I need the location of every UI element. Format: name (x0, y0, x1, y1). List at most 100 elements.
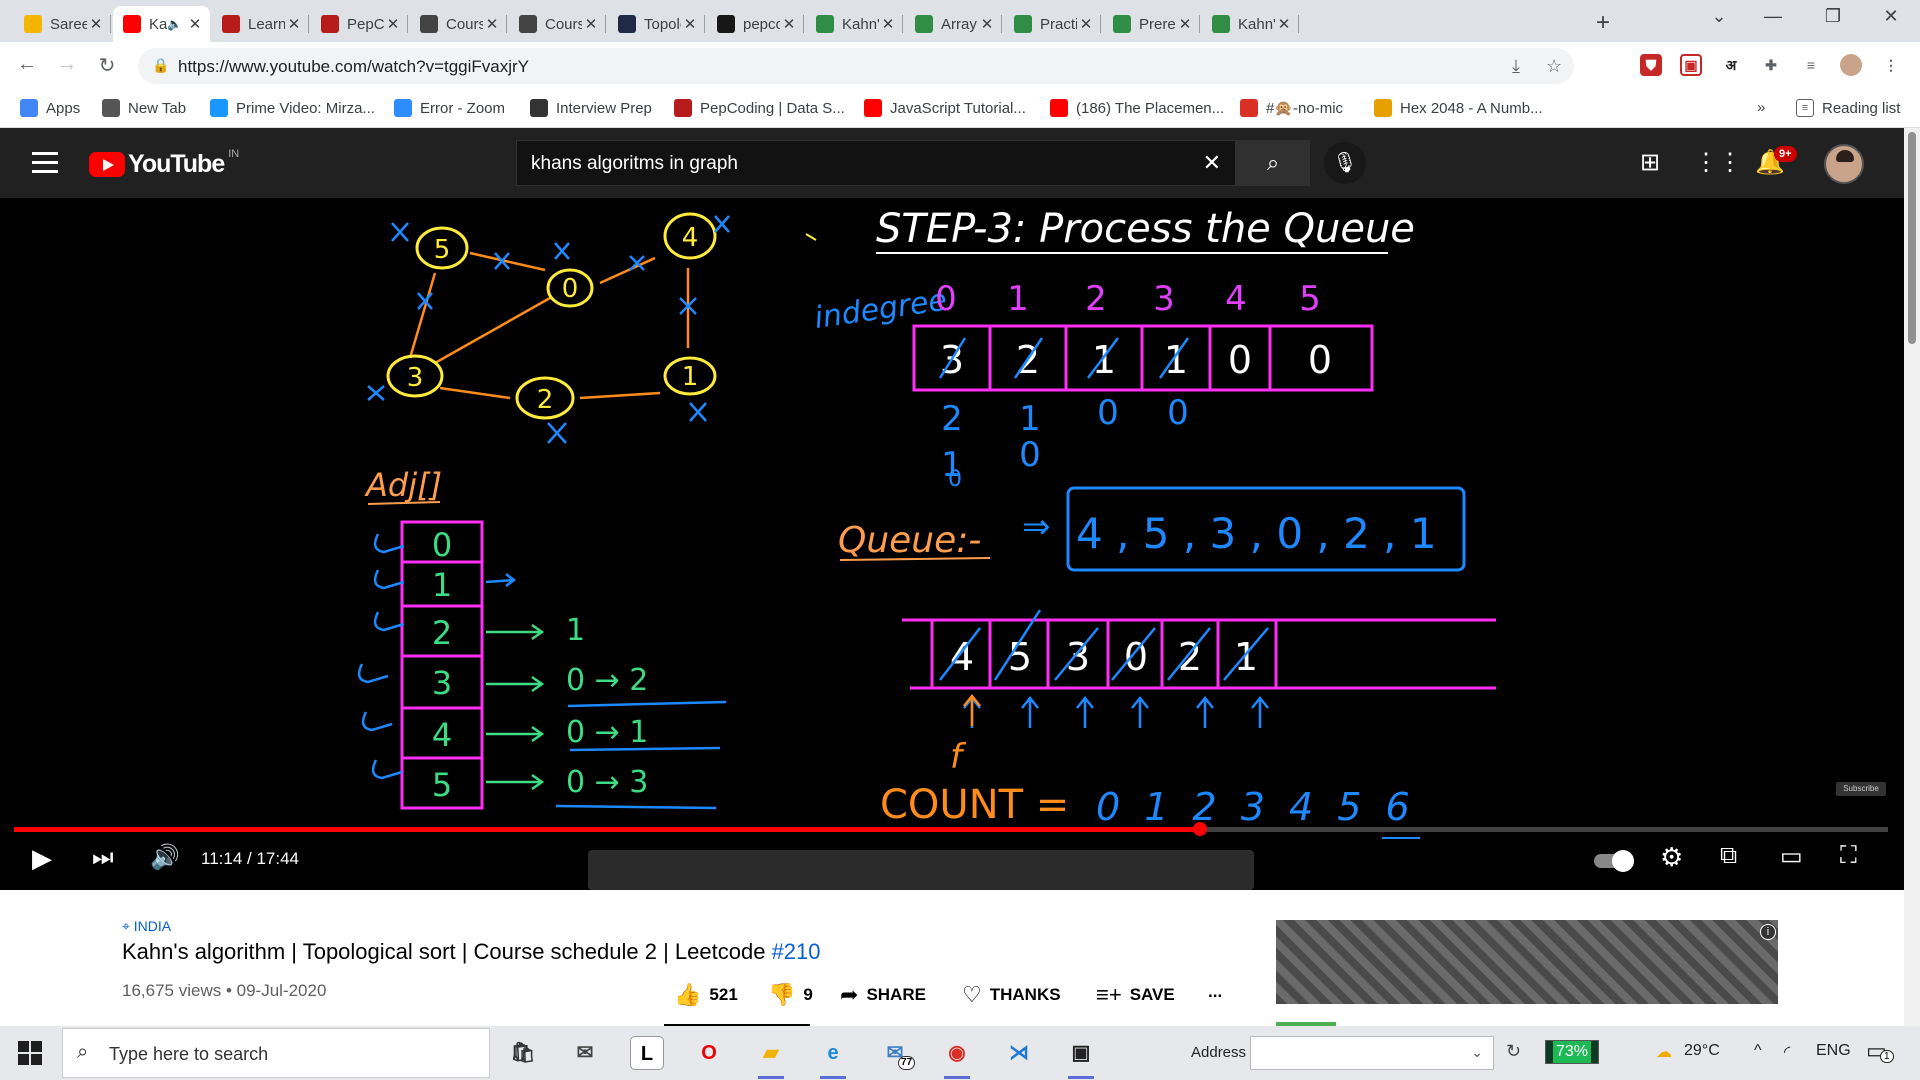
guide-menu-icon[interactable] (32, 152, 58, 179)
action-center-icon[interactable]: ▭ 1 (1866, 1038, 1894, 1064)
profile-avatar-icon[interactable] (1840, 54, 1862, 76)
ad-info-icon[interactable]: i (1760, 924, 1776, 940)
create-video-icon[interactable]: ⊞ (1634, 148, 1666, 177)
tab-close-icon[interactable]: ✕ (285, 15, 303, 33)
settings-gear-icon[interactable]: ⚙ (1660, 842, 1683, 873)
tab-close-icon[interactable]: ✕ (978, 15, 996, 33)
tab-close-icon[interactable]: ✕ (1275, 15, 1293, 33)
store-icon[interactable]: 🛍 (506, 1036, 540, 1070)
browser-tab[interactable]: pepco ✕ (707, 6, 804, 42)
browser-tab[interactable]: Saree ✕ (14, 6, 111, 42)
browser-tab[interactable]: PepCo✕ (311, 6, 408, 42)
tab-close-icon[interactable]: ✕ (780, 15, 798, 33)
battery-indicator[interactable]: 73% (1545, 1040, 1599, 1064)
bookmark-item[interactable]: PepCoding | Data S... (674, 99, 845, 117)
bookmark-item[interactable]: Apps (20, 99, 80, 117)
thanks-button[interactable]: ♡ THANKS (962, 982, 1061, 1008)
share-button[interactable]: ➦ SHARE (840, 982, 926, 1008)
dislike-button[interactable]: 👎 9 (768, 982, 813, 1008)
next-video-button[interactable]: ⏭ (92, 844, 114, 872)
hindi-extension-icon[interactable]: अ (1720, 54, 1742, 76)
address-refresh-icon[interactable]: ↻ (1506, 1041, 1521, 1062)
tab-close-icon[interactable]: ✕ (1176, 15, 1194, 33)
autoplay-toggle[interactable] (1594, 850, 1634, 872)
ad-banner[interactable] (1276, 920, 1778, 1004)
calendar-extension-icon[interactable]: ▣ (1680, 54, 1702, 76)
location-tag[interactable]: ⌖ INDIA (122, 918, 171, 935)
tab-close-icon[interactable]: ✕ (582, 15, 600, 33)
bookmark-item[interactable]: #🙊-no-mic (1240, 99, 1343, 117)
apps-grid-icon[interactable]: ⋮⋮ (1694, 148, 1742, 177)
browser-tab[interactable]: Kahn's✕ (1202, 6, 1299, 42)
tab-close-icon[interactable]: ✕ (384, 15, 402, 33)
mail-app-icon[interactable]: ✉ 77 (878, 1036, 916, 1070)
browser-tab[interactable]: Kahn's✕ (806, 6, 903, 42)
voice-search-button[interactable]: 🎙 (1324, 142, 1366, 184)
browser-tab[interactable]: ArrayL✕ (905, 6, 1002, 42)
tab-search-icon[interactable]: ⌄ (1694, 6, 1744, 27)
chrome-icon[interactable]: ◉ (940, 1036, 974, 1079)
media-control-icon[interactable]: ≡ (1800, 54, 1822, 76)
search-button[interactable]: ⌕ (1236, 140, 1310, 186)
bookmark-item[interactable]: Hex 2048 - A Numb... (1374, 99, 1543, 117)
minimize-button[interactable]: — (1748, 6, 1798, 27)
tab-close-icon[interactable]: ✕ (681, 15, 699, 33)
fullscreen-icon[interactable]: ⛶ (1840, 842, 1857, 870)
page-scrollbar[interactable] (1904, 128, 1920, 1026)
like-button[interactable]: 👍 521 (674, 982, 738, 1008)
forward-button[interactable]: → (54, 53, 80, 76)
edge-icon[interactable]: e (816, 1036, 850, 1079)
extensions-puzzle-icon[interactable]: ✚ (1760, 54, 1782, 76)
youtube-logo[interactable]: YouTube IN (89, 148, 239, 179)
browser-tab[interactable]: Practi ✕ (1004, 6, 1101, 42)
browser-tab[interactable]: Prerec✕ (1103, 6, 1200, 42)
close-window-button[interactable]: ✕ (1866, 6, 1916, 27)
new-tab-button[interactable]: + (1596, 9, 1610, 37)
bookmark-item[interactable]: New Tab (102, 99, 186, 117)
scrollbar-thumb[interactable] (1908, 132, 1916, 344)
address-toolbar-input[interactable]: ⌄ (1250, 1036, 1494, 1070)
browser-tab[interactable]: Ka 🔈 ✕ (113, 6, 210, 42)
browser-tab[interactable]: Learn ✕ (212, 6, 309, 42)
file-explorer-icon[interactable]: ▰ (754, 1036, 788, 1079)
chevron-down-icon[interactable]: ⌄ (1471, 1044, 1483, 1061)
tab-close-icon[interactable]: ✕ (1077, 15, 1095, 33)
bookmark-item[interactable]: Error - Zoom (394, 99, 505, 117)
subscribe-watermark[interactable]: Subscribe (1836, 782, 1886, 796)
address-bar[interactable]: 🔒 https://www.youtube.com/watch?v=tggiFv… (138, 48, 1574, 84)
save-button[interactable]: ≡+ SAVE (1096, 982, 1175, 1008)
bookmarks-overflow[interactable]: » (1757, 99, 1765, 116)
reload-button[interactable]: ↻ (94, 53, 120, 78)
tab-close-icon[interactable]: ✕ (87, 15, 105, 33)
browser-tab[interactable]: Cours ✕ (509, 6, 606, 42)
back-button[interactable]: ← (14, 53, 40, 76)
shield-extension-icon[interactable]: ⛊ (1640, 54, 1662, 76)
reading-list-button[interactable]: ≡ Reading list (1796, 99, 1900, 117)
weather-icon[interactable]: ☁ (1656, 1042, 1672, 1062)
youtube-search-input[interactable]: khans algoritms in graph ✕ (516, 140, 1236, 186)
photos-icon[interactable]: ▣ (1064, 1036, 1098, 1079)
chrome-menu-icon[interactable]: ⋮ (1880, 54, 1902, 76)
tab-audio-icon[interactable]: 🔈 (167, 17, 182, 31)
vscode-icon[interactable]: ⋊ (1002, 1036, 1036, 1070)
taskbar-search-input[interactable]: ⌕ Type here to search (62, 1028, 490, 1078)
l-app-icon[interactable]: L (630, 1036, 664, 1070)
theater-mode-icon[interactable]: ▭ (1780, 842, 1803, 871)
video-progress-bar[interactable] (14, 822, 1888, 836)
restore-button[interactable]: ❐ (1808, 6, 1858, 27)
browser-tab[interactable]: Cours ✕ (410, 6, 507, 42)
bookmark-star-icon[interactable]: ☆ (1546, 56, 1562, 77)
wifi-icon[interactable]: ◜ (1784, 1042, 1790, 1062)
more-actions-button[interactable]: ... (1208, 982, 1222, 1002)
video-hashtag-link[interactable]: #210 (772, 939, 821, 964)
language-indicator[interactable]: ENG (1816, 1042, 1851, 1060)
tray-expand-icon[interactable]: ^ (1754, 1042, 1762, 1060)
temperature-text[interactable]: 29°C (1684, 1042, 1720, 1060)
volume-icon[interactable]: 🔊 (150, 843, 180, 872)
opera-icon[interactable]: O (692, 1036, 726, 1070)
tab-close-icon[interactable]: ✕ (483, 15, 501, 33)
install-icon[interactable]: ⤓ (1512, 56, 1520, 77)
account-avatar[interactable] (1824, 144, 1864, 184)
play-button[interactable]: ▶ (32, 843, 52, 874)
browser-tab[interactable]: Topolo✕ (608, 6, 705, 42)
